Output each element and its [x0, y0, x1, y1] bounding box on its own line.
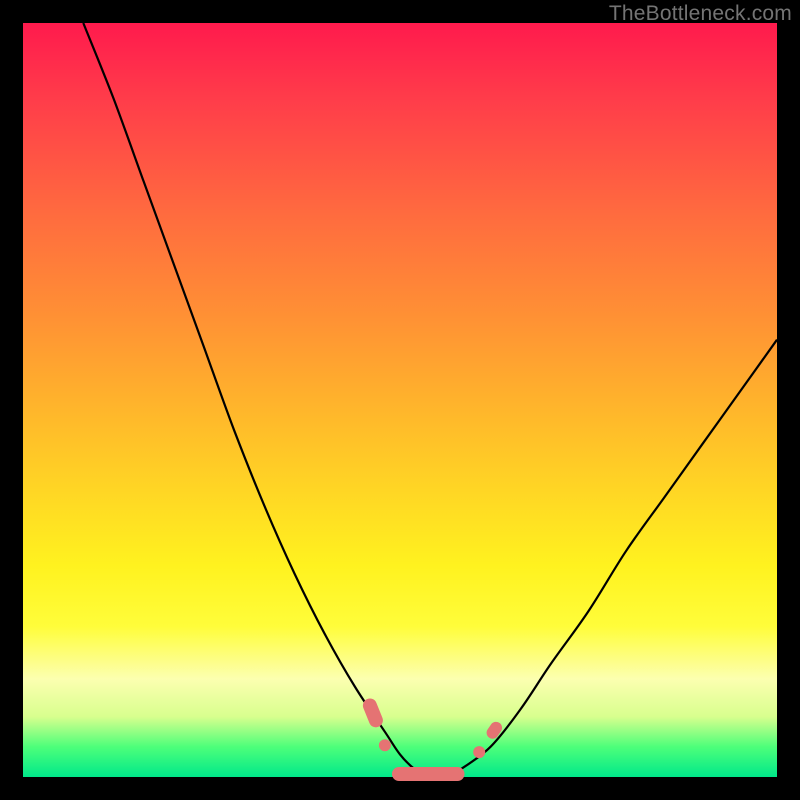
marker-pill [484, 719, 504, 741]
curve-svg [23, 23, 777, 777]
bottleneck-curve [83, 23, 777, 778]
marker-pill [361, 696, 385, 729]
credit-text: TheBottleneck.com [609, 2, 792, 26]
chart-frame: TheBottleneck.com [0, 0, 800, 800]
valley-pill [392, 767, 465, 781]
marker-dot [473, 746, 485, 758]
marker-dot [379, 739, 391, 751]
plot-area [23, 23, 777, 777]
marker-group [361, 696, 505, 781]
